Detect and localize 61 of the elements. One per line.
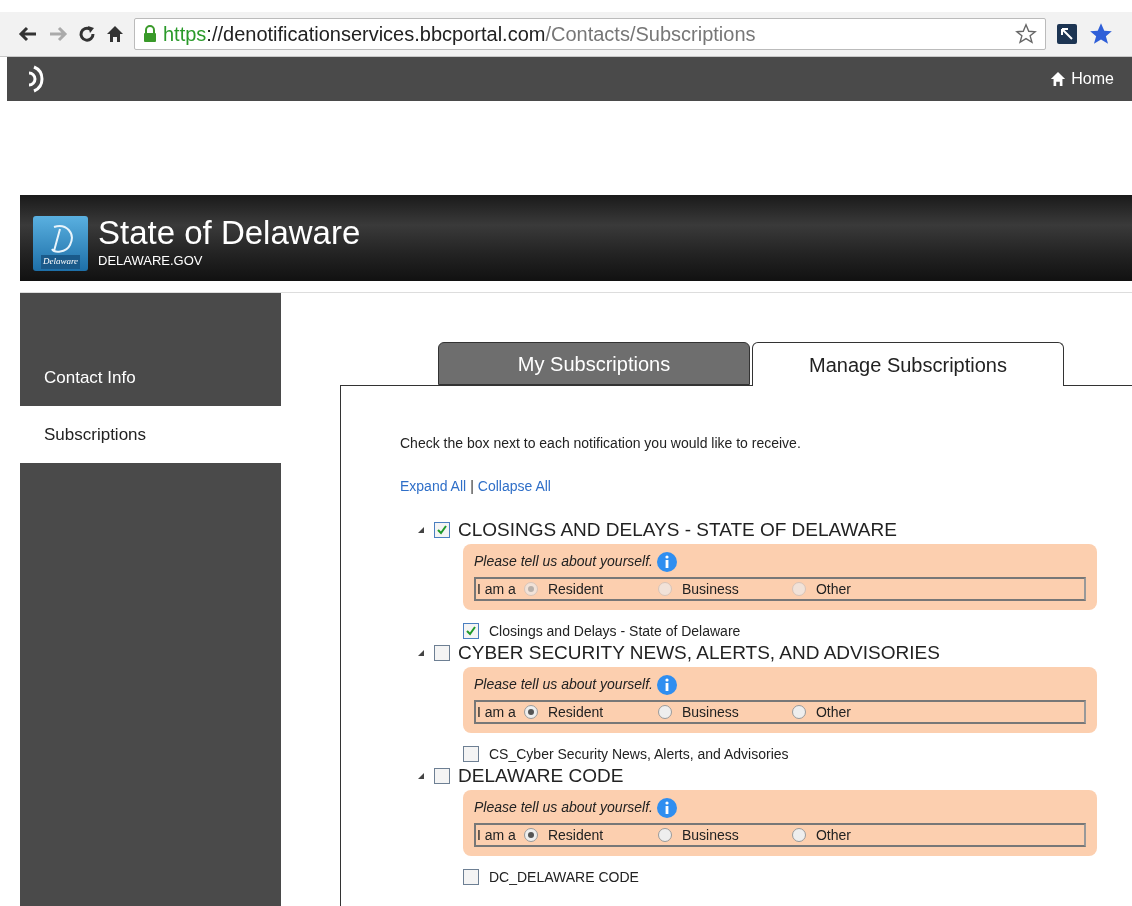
radio-button[interactable]	[523, 828, 538, 842]
lock-icon	[143, 25, 157, 43]
expand-triangle-icon[interactable]	[416, 525, 426, 535]
logo-caption: Delaware	[40, 255, 81, 269]
subscription-label: CS_Cyber Security News, Alerts, and Advisories	[489, 744, 789, 764]
radio-label: Other	[815, 825, 851, 845]
home-link[interactable]: Home	[1050, 67, 1114, 91]
radio-label: Resident	[547, 702, 604, 722]
prompt-text: Please tell us about yourself.	[474, 675, 653, 694]
info-icon[interactable]	[657, 674, 677, 695]
radio-button[interactable]	[791, 828, 806, 842]
forward-icon[interactable]	[48, 25, 68, 43]
back-icon[interactable]	[18, 25, 38, 43]
home-icon	[1050, 71, 1067, 87]
checkbox[interactable]	[463, 623, 479, 639]
subscription-label: DC_DELAWARE CODE	[489, 867, 639, 887]
info-icon[interactable]	[657, 797, 677, 818]
tab[interactable]: Manage Subscriptions	[752, 342, 1064, 386]
sidebar-item[interactable]: Subscriptions	[20, 406, 281, 463]
banner-subtitle: DELAWARE.GOV	[98, 252, 204, 271]
expand-triangle-icon[interactable]	[416, 648, 426, 658]
collapse-all-link[interactable]: Collapse All	[477, 476, 551, 497]
radio-label: Business	[681, 579, 739, 599]
radio-button[interactable]	[657, 828, 672, 842]
radio-button[interactable]	[523, 705, 538, 719]
instructions: Check the box next to each notification you would like to receive.	[400, 434, 802, 453]
prompt-text: Please tell us about yourself.	[474, 798, 653, 817]
star-icon[interactable]	[1015, 23, 1037, 45]
subscription-label: Closings and Delays - State of Delaware	[489, 621, 741, 641]
radio-label: Resident	[547, 825, 604, 845]
extension-icon[interactable]	[1056, 23, 1078, 45]
radio-label: Other	[815, 702, 851, 722]
banner-title: State of Delaware	[98, 215, 361, 252]
radio-group-label: I am a	[477, 579, 516, 599]
group-title: CYBER SECURITY NEWS, ALERTS, AND ADVISORIES	[458, 640, 940, 665]
radio-button[interactable]	[791, 705, 806, 719]
link-separator: |	[470, 477, 474, 496]
checkbox[interactable]	[434, 768, 450, 784]
radio-label: Resident	[547, 579, 604, 599]
radio-label: Business	[681, 702, 739, 722]
checkbox[interactable]	[463, 746, 479, 762]
radio-label: Other	[815, 579, 851, 599]
checkbox[interactable]	[434, 645, 450, 661]
checkbox[interactable]	[434, 522, 450, 538]
tab[interactable]: My Subscriptions	[438, 342, 750, 385]
sidebar-item[interactable]: Contact Info	[20, 349, 281, 406]
reload-icon[interactable]	[78, 25, 96, 43]
expand-all-link[interactable]: Expand All	[400, 476, 467, 497]
checkbox[interactable]	[463, 869, 479, 885]
radio-button[interactable]	[657, 705, 672, 719]
home-icon[interactable]	[106, 25, 124, 43]
expand-triangle-icon[interactable]	[416, 771, 426, 781]
prompt-text: Please tell us about yourself.	[474, 552, 653, 571]
radio-label: Business	[681, 825, 739, 845]
group-title: DELAWARE CODE	[458, 763, 624, 788]
info-icon[interactable]	[657, 551, 677, 572]
radio-group-label: I am a	[477, 825, 516, 845]
address-bar[interactable]: https://denotificationservices.bbcportal.com/Contacts/Subscriptions	[134, 18, 1046, 50]
url-text: https://denotificationservices.bbcportal.com/Contacts/Subscriptions	[163, 22, 756, 47]
group-title: CLOSINGS AND DELAYS - STATE OF DELAWARE	[458, 517, 897, 542]
radio-group-label: I am a	[477, 702, 516, 722]
